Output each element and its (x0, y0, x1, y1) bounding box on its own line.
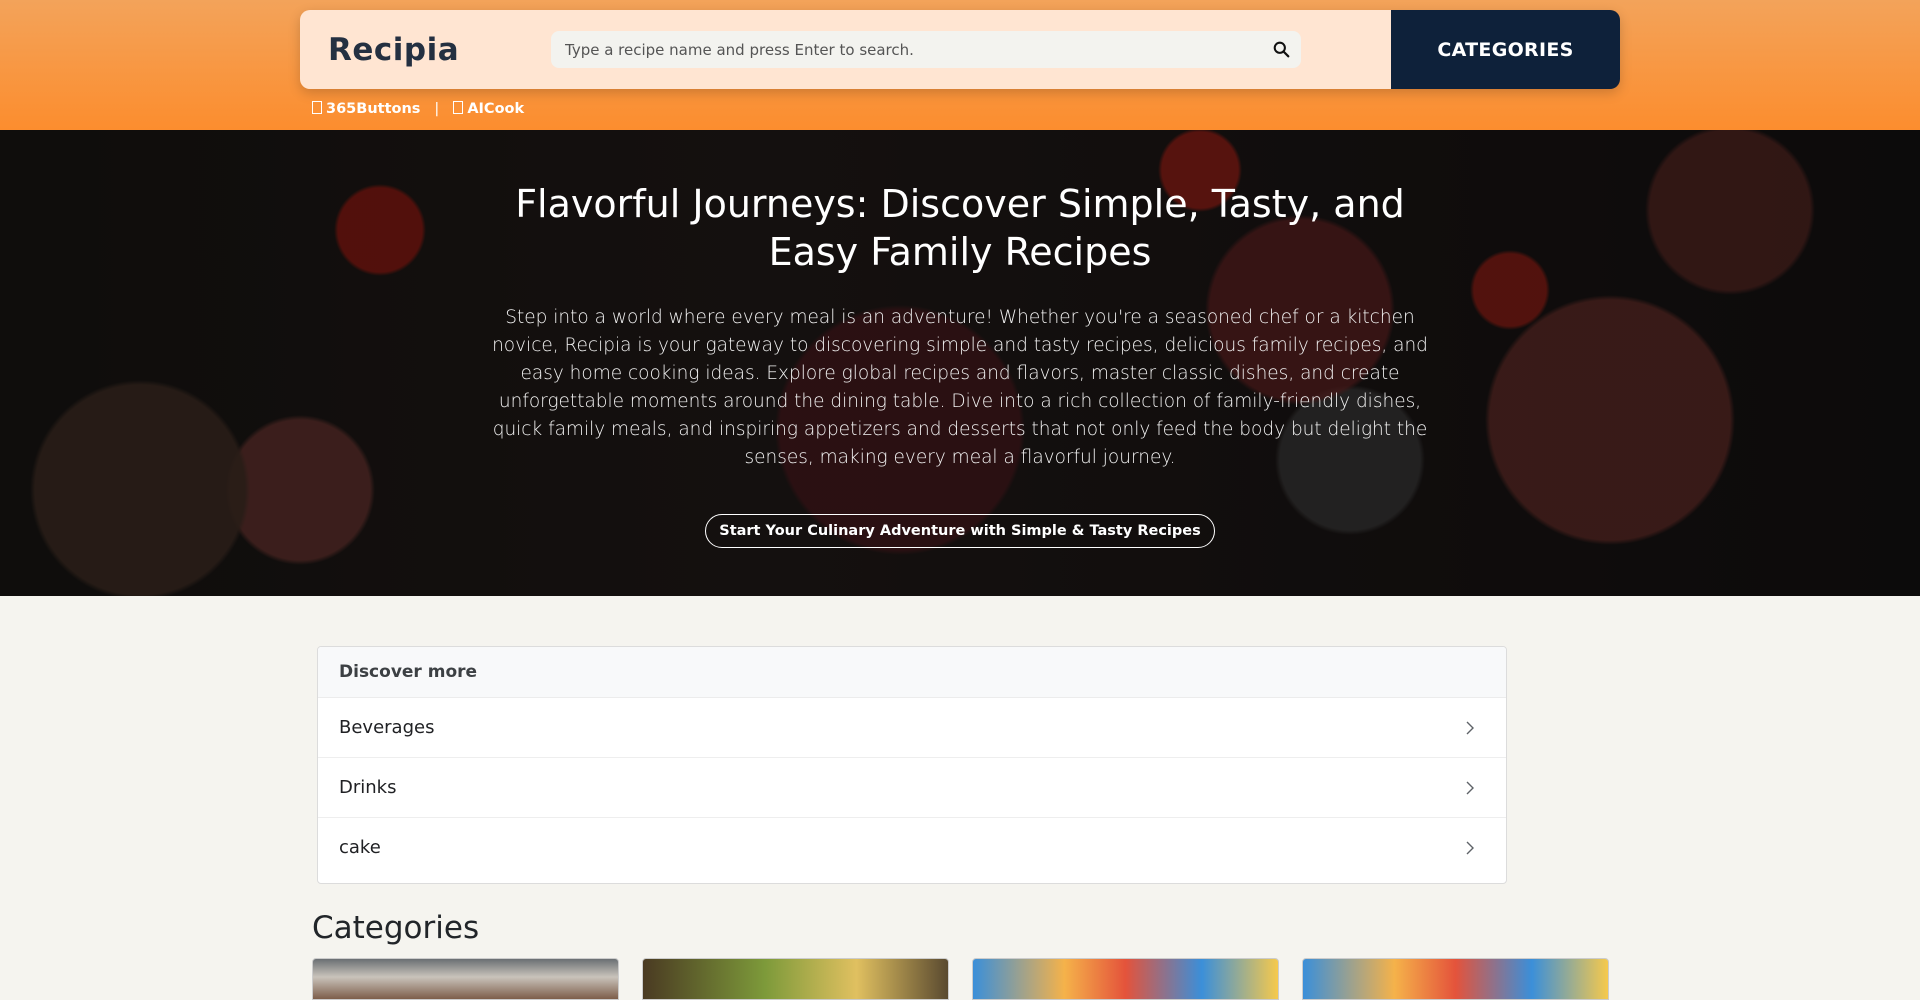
chevron-right-icon (1466, 781, 1474, 794)
category-card-image[interactable] (642, 958, 949, 1000)
header-main: Recipia (300, 10, 1391, 89)
discover-item-label: Drinks (339, 777, 397, 798)
search-box (551, 30, 1301, 69)
chevron-right-icon (1466, 841, 1474, 854)
category-card-image[interactable] (972, 958, 1279, 1000)
discover-more-heading: Discover more (318, 647, 1506, 698)
link-aicook-label: AICook (467, 101, 525, 117)
discover-item-label: Beverages (339, 717, 435, 738)
link-separator: | (434, 101, 440, 117)
hero-description: Step into a world where every meal is an… (492, 307, 1428, 468)
header-bar: Recipia CATEGORIES (300, 10, 1620, 89)
link-365buttons-label: 365Buttons (326, 101, 421, 117)
link-icon (453, 101, 464, 114)
chevron-right-icon (1466, 721, 1474, 734)
discover-more-panel: Discover more Beverages Drinks cake (317, 646, 1507, 884)
discover-item-cake[interactable]: cake (318, 818, 1506, 877)
link-aicook[interactable]: AICook (453, 101, 524, 117)
discover-item-label: cake (339, 837, 381, 858)
category-card-image[interactable] (1302, 958, 1609, 1000)
hero-cta-button[interactable]: Start Your Culinary Adventure with Simpl… (705, 514, 1215, 548)
hero-section: Flavorful Journeys: Discover Simple, Tas… (0, 130, 1920, 596)
discover-item-drinks[interactable]: Drinks (318, 758, 1506, 818)
header-links: 365Buttons | AICook (312, 101, 524, 117)
search-button[interactable] (1261, 31, 1301, 68)
site-logo[interactable]: Recipia (328, 32, 459, 68)
categories-title: Categories (312, 910, 480, 946)
link-icon (312, 101, 322, 114)
hero-content: Flavorful Journeys: Discover Simple, Tas… (480, 130, 1440, 548)
discover-item-beverages[interactable]: Beverages (318, 698, 1506, 758)
link-365buttons[interactable]: 365Buttons (312, 101, 420, 117)
site-header: Recipia CATEGORIES 365Buttons | AICook (0, 0, 1920, 130)
categories-button[interactable]: CATEGORIES (1391, 10, 1620, 89)
category-card-image[interactable] (312, 958, 619, 1000)
hero-title: Flavorful Journeys: Discover Simple, Tas… (515, 182, 1405, 274)
search-icon (1273, 41, 1289, 58)
search-input[interactable] (551, 30, 1261, 69)
